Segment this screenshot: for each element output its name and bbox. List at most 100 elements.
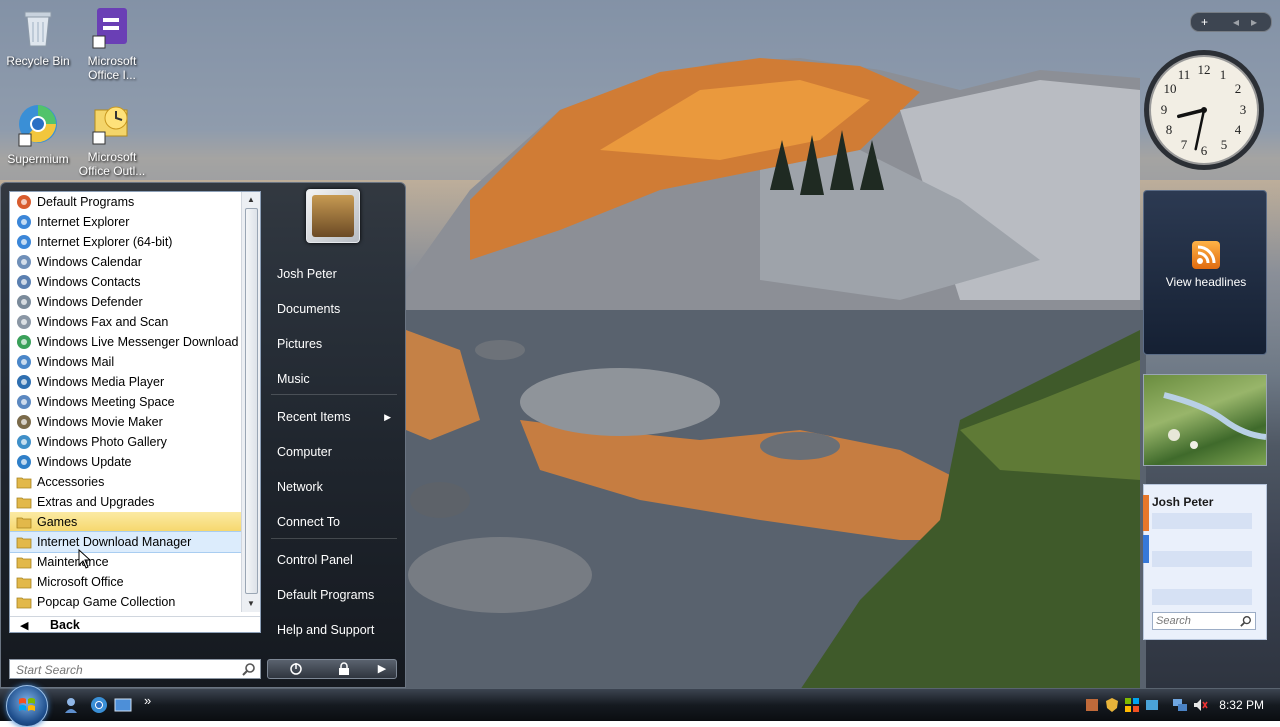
start-item-documents[interactable]: Documents xyxy=(267,294,401,324)
svg-text:3: 3 xyxy=(1240,102,1247,117)
scrollbar-thumb[interactable] xyxy=(245,208,258,594)
power-icon xyxy=(290,663,302,675)
program-item[interactable]: Windows Movie Maker xyxy=(10,412,242,432)
start-button[interactable] xyxy=(6,685,48,727)
start-item-music[interactable]: Music xyxy=(267,364,401,394)
program-item[interactable]: Windows Fax and Scan xyxy=(10,312,242,332)
scroll-down-button[interactable]: ▼ xyxy=(242,596,260,612)
back-button[interactable]: ◀ Back xyxy=(10,616,260,635)
program-item[interactable]: Default Programs xyxy=(10,192,242,212)
start-item-computer[interactable]: Computer xyxy=(267,437,401,467)
volume-muted-icon[interactable] xyxy=(1192,697,1208,713)
program-item[interactable]: Windows Media Player xyxy=(10,372,242,392)
program-item[interactable]: Microsoft Office xyxy=(10,572,242,592)
start-item-user[interactable]: Josh Peter xyxy=(267,259,401,289)
program-label: Microsoft Office xyxy=(37,575,124,589)
program-item[interactable]: Games xyxy=(10,512,242,532)
previous-page-button[interactable]: ◂ xyxy=(1233,13,1239,31)
power-button[interactable] xyxy=(276,661,316,677)
program-item[interactable]: Windows Photo Gallery xyxy=(10,432,242,452)
svg-text:1: 1 xyxy=(1220,67,1227,82)
program-item[interactable]: Windows Mail xyxy=(10,352,242,372)
back-label: Back xyxy=(50,618,80,632)
search-icon[interactable] xyxy=(242,662,256,676)
contact-row[interactable] xyxy=(1152,589,1252,605)
start-item-recent-items[interactable]: Recent Items ▶ xyxy=(267,402,401,432)
show-desktop-icon[interactable] xyxy=(114,696,132,714)
program-item[interactable]: Internet Download Manager xyxy=(10,531,242,553)
program-item[interactable]: Internet Explorer (64-bit) xyxy=(10,232,242,252)
program-label: Windows Mail xyxy=(37,355,115,369)
recycle-bin-icon xyxy=(24,11,52,47)
program-item[interactable]: Windows Update xyxy=(10,452,242,472)
start-item-label: Computer xyxy=(277,445,332,459)
scroll-up-button[interactable]: ▲ xyxy=(242,192,260,208)
tray-app-icon[interactable] xyxy=(1084,697,1100,713)
program-label: Maintenance xyxy=(37,555,109,569)
program-label: Games xyxy=(37,515,78,529)
user-picture[interactable] xyxy=(306,189,360,243)
windows-update-tray-icon[interactable] xyxy=(1124,697,1140,713)
slideshow-gadget[interactable] xyxy=(1143,374,1267,466)
contact-row[interactable] xyxy=(1152,551,1252,567)
next-page-button[interactable]: ▸ xyxy=(1251,13,1257,31)
start-item-control-panel[interactable]: Control Panel xyxy=(267,545,401,575)
media-player-icon xyxy=(17,375,31,389)
start-item-default-programs[interactable]: Default Programs xyxy=(267,580,401,610)
program-label: Default Programs xyxy=(37,195,135,209)
add-gadget-button[interactable]: + xyxy=(1201,13,1208,31)
program-label: Internet Download Manager xyxy=(37,535,192,549)
contacts-icon xyxy=(17,275,31,289)
feed-headlines-gadget[interactable]: View headlines xyxy=(1143,190,1267,355)
browser-quicklaunch-icon[interactable] xyxy=(90,696,108,714)
program-item[interactable]: Maintenance xyxy=(10,552,242,572)
chess-avatar-icon xyxy=(312,195,354,237)
start-item-label: Recent Items xyxy=(277,410,351,424)
program-item[interactable]: Windows Contacts xyxy=(10,272,242,292)
program-label: Popcap Game Collection xyxy=(37,595,176,609)
svg-text:10: 10 xyxy=(1164,81,1177,96)
shutdown-options-button[interactable]: ▶ xyxy=(372,661,392,677)
tab-marker xyxy=(1143,535,1149,563)
svg-text:5: 5 xyxy=(1221,137,1228,152)
network-icon[interactable] xyxy=(1172,697,1188,713)
start-search-input[interactable] xyxy=(14,661,238,679)
program-item[interactable]: Windows Defender xyxy=(10,292,242,312)
desktop-icon-outlook[interactable]: Microsoft Office Outl... xyxy=(74,100,150,178)
start-search-box[interactable] xyxy=(9,659,261,679)
contacts-search-input[interactable]: Search xyxy=(1152,612,1256,630)
program-item[interactable]: Windows Calendar xyxy=(10,252,242,272)
tray-app-icon[interactable] xyxy=(1144,697,1160,713)
program-label: Internet Explorer xyxy=(37,215,130,229)
start-item-network[interactable]: Network xyxy=(267,472,401,502)
taskbar-clock[interactable]: 8:32 PM xyxy=(1219,698,1264,712)
folder-icon xyxy=(16,477,32,489)
outlook-icon xyxy=(92,106,128,145)
folder-icon xyxy=(16,497,32,509)
desktop-icon-office-install[interactable]: Microsoft Office I... xyxy=(74,4,150,82)
start-item-help-support[interactable]: Help and Support xyxy=(267,615,401,645)
lock-button[interactable] xyxy=(324,661,364,677)
program-item[interactable]: Extras and Upgrades xyxy=(10,492,242,512)
contacts-gadget[interactable]: Josh Peter Search xyxy=(1143,484,1267,640)
desktop-icon-supermium[interactable]: Supermium xyxy=(0,102,76,166)
mouse-cursor-icon xyxy=(78,549,90,569)
quicklaunch-overflow-button[interactable]: » xyxy=(144,693,151,708)
security-shield-icon[interactable] xyxy=(1104,697,1120,713)
switch-user-icon[interactable] xyxy=(64,696,82,714)
windows-logo-icon xyxy=(19,698,35,711)
program-item[interactable]: Windows Meeting Space xyxy=(10,392,242,412)
program-list-scrollbar[interactable]: ▲ ▼ xyxy=(241,192,260,612)
program-item[interactable]: Internet Explorer xyxy=(10,212,242,232)
contact-name: Josh Peter xyxy=(1152,495,1214,509)
program-item[interactable]: Popcap Game Collection xyxy=(10,592,242,612)
start-item-pictures[interactable]: Pictures xyxy=(267,329,401,359)
svg-text:9: 9 xyxy=(1161,102,1168,117)
program-item[interactable]: Windows Live Messenger Download xyxy=(10,332,242,352)
desktop-icon-recycle-bin[interactable]: Recycle Bin xyxy=(0,4,76,68)
start-item-connect-to[interactable]: Connect To xyxy=(267,507,401,537)
program-item[interactable]: Accessories xyxy=(10,472,242,492)
clock-gadget[interactable]: 12 12 345 678 91011 xyxy=(1142,48,1266,172)
start-item-label: Pictures xyxy=(277,337,323,351)
contact-row[interactable] xyxy=(1152,513,1252,529)
